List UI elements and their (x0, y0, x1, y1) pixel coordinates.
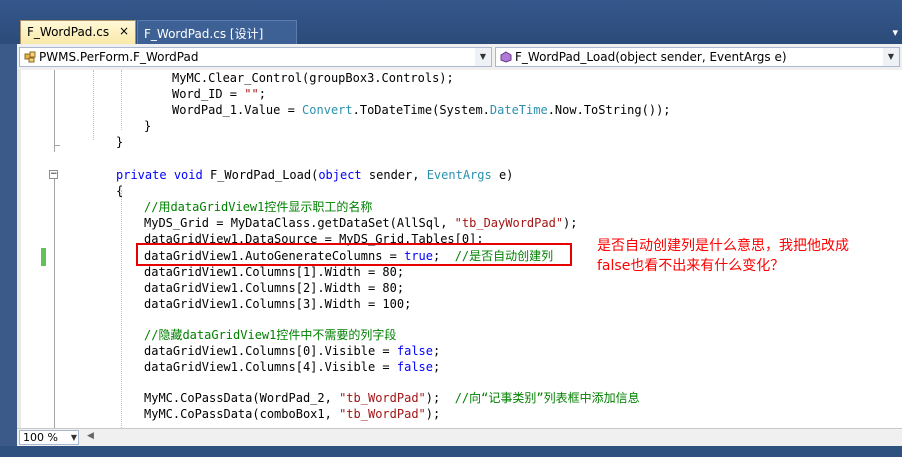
navigation-bar: PWMS.PerForm.F_WordPad ▼ F_WordPad_Load(… (17, 44, 902, 71)
zoom-value: 100 % (23, 431, 58, 444)
chevron-down-icon[interactable]: ▼ (883, 48, 899, 66)
annotation-line: 是否自动创建列是什么意思，我把他改成 (597, 238, 849, 254)
class-icon (24, 51, 36, 63)
tab-f-wordpad-designer[interactable]: F_WordPad.cs [设计] (137, 20, 297, 44)
outline-line (54, 174, 55, 428)
toolbox-strip (0, 44, 17, 446)
chevron-down-icon[interactable]: ▼ (475, 48, 491, 66)
code-editor[interactable]: − MyMC.Clear_Control(groupBox3.Controls)… (17, 70, 902, 428)
annotation-line: false也看不出来有什么变化？ (597, 258, 785, 274)
scroll-left-icon[interactable]: ◀ (87, 431, 94, 441)
code-line: WordPad_1.Value = Convert.ToDateTime(Sys… (172, 103, 671, 117)
indent-guide (121, 70, 122, 130)
chevron-down-icon[interactable]: ▼ (71, 431, 77, 444)
tab-list-icon[interactable]: ▾ (892, 26, 898, 39)
indent-guide (121, 190, 122, 428)
close-icon[interactable]: × (119, 24, 129, 38)
zoom-dropdown[interactable]: 100 % ▼ (19, 430, 79, 445)
change-tracking-bar (41, 248, 46, 266)
editor-status-bar: 100 % ▼ ◀ (17, 428, 902, 447)
line-margin (21, 70, 41, 428)
class-dropdown[interactable]: PWMS.PerForm.F_WordPad ▼ (19, 47, 492, 67)
annotation-question: 是否自动创建列是什么意思，我把他改成 false也看不出来有什么变化？ (597, 236, 897, 276)
code-line: dataGridView1.Columns[2].Width = 80; (144, 281, 405, 295)
outline-end (54, 145, 60, 146)
code-line: MyMC.CoPassData(WordPad_2, "tb_WordPad")… (144, 391, 640, 405)
code-line: dataGridView1.Columns[1].Width = 80; (144, 265, 405, 279)
window-bottom-edge (0, 446, 902, 457)
code-line: dataGridView1.Columns[0].Visible = false… (144, 344, 441, 358)
tab-f-wordpad-cs[interactable]: F_WordPad.cs × (20, 20, 136, 44)
code-line: MyMC.CoPassData(comboBox1, "tb_WordPad")… (144, 407, 441, 421)
collapse-icon[interactable]: − (49, 170, 58, 179)
code-line: dataGridView1.Columns[3].Width = 100; (144, 297, 412, 311)
tab-label: F_WordPad.cs (27, 25, 110, 39)
code-line: Word_ID = ""; (172, 87, 266, 101)
code-line: dataGridView1.Columns[4].Visible = false… (144, 360, 441, 374)
code-line: } (144, 119, 152, 133)
code-line: //隐藏dataGridView1控件中不需要的列字段 (144, 328, 397, 342)
tab-label: F_WordPad.cs [设计] (144, 27, 264, 41)
code-line: MyDS_Grid = MyDataClass.getDataSet(AllSq… (144, 216, 578, 230)
outline-line (54, 70, 55, 152)
code-line: { (116, 184, 124, 198)
method-icon (500, 51, 512, 63)
indent-guide (93, 70, 94, 140)
code-line: //用dataGridView1控件显示职工的名称 (144, 200, 373, 214)
code-line: } (116, 135, 124, 149)
code-line: private void F_WordPad_Load(object sende… (116, 168, 514, 182)
class-dropdown-value: PWMS.PerForm.F_WordPad (39, 50, 199, 64)
code-line: MyMC.Clear_Control(groupBox3.Controls); (172, 71, 454, 85)
member-dropdown-value: F_WordPad_Load(object sender, EventArgs … (515, 50, 787, 64)
member-dropdown[interactable]: F_WordPad_Load(object sender, EventArgs … (495, 47, 900, 67)
document-tab-strip: F_WordPad.cs × F_WordPad.cs [设计] ▾ (0, 0, 902, 44)
annotation-highlight-box (136, 243, 572, 266)
